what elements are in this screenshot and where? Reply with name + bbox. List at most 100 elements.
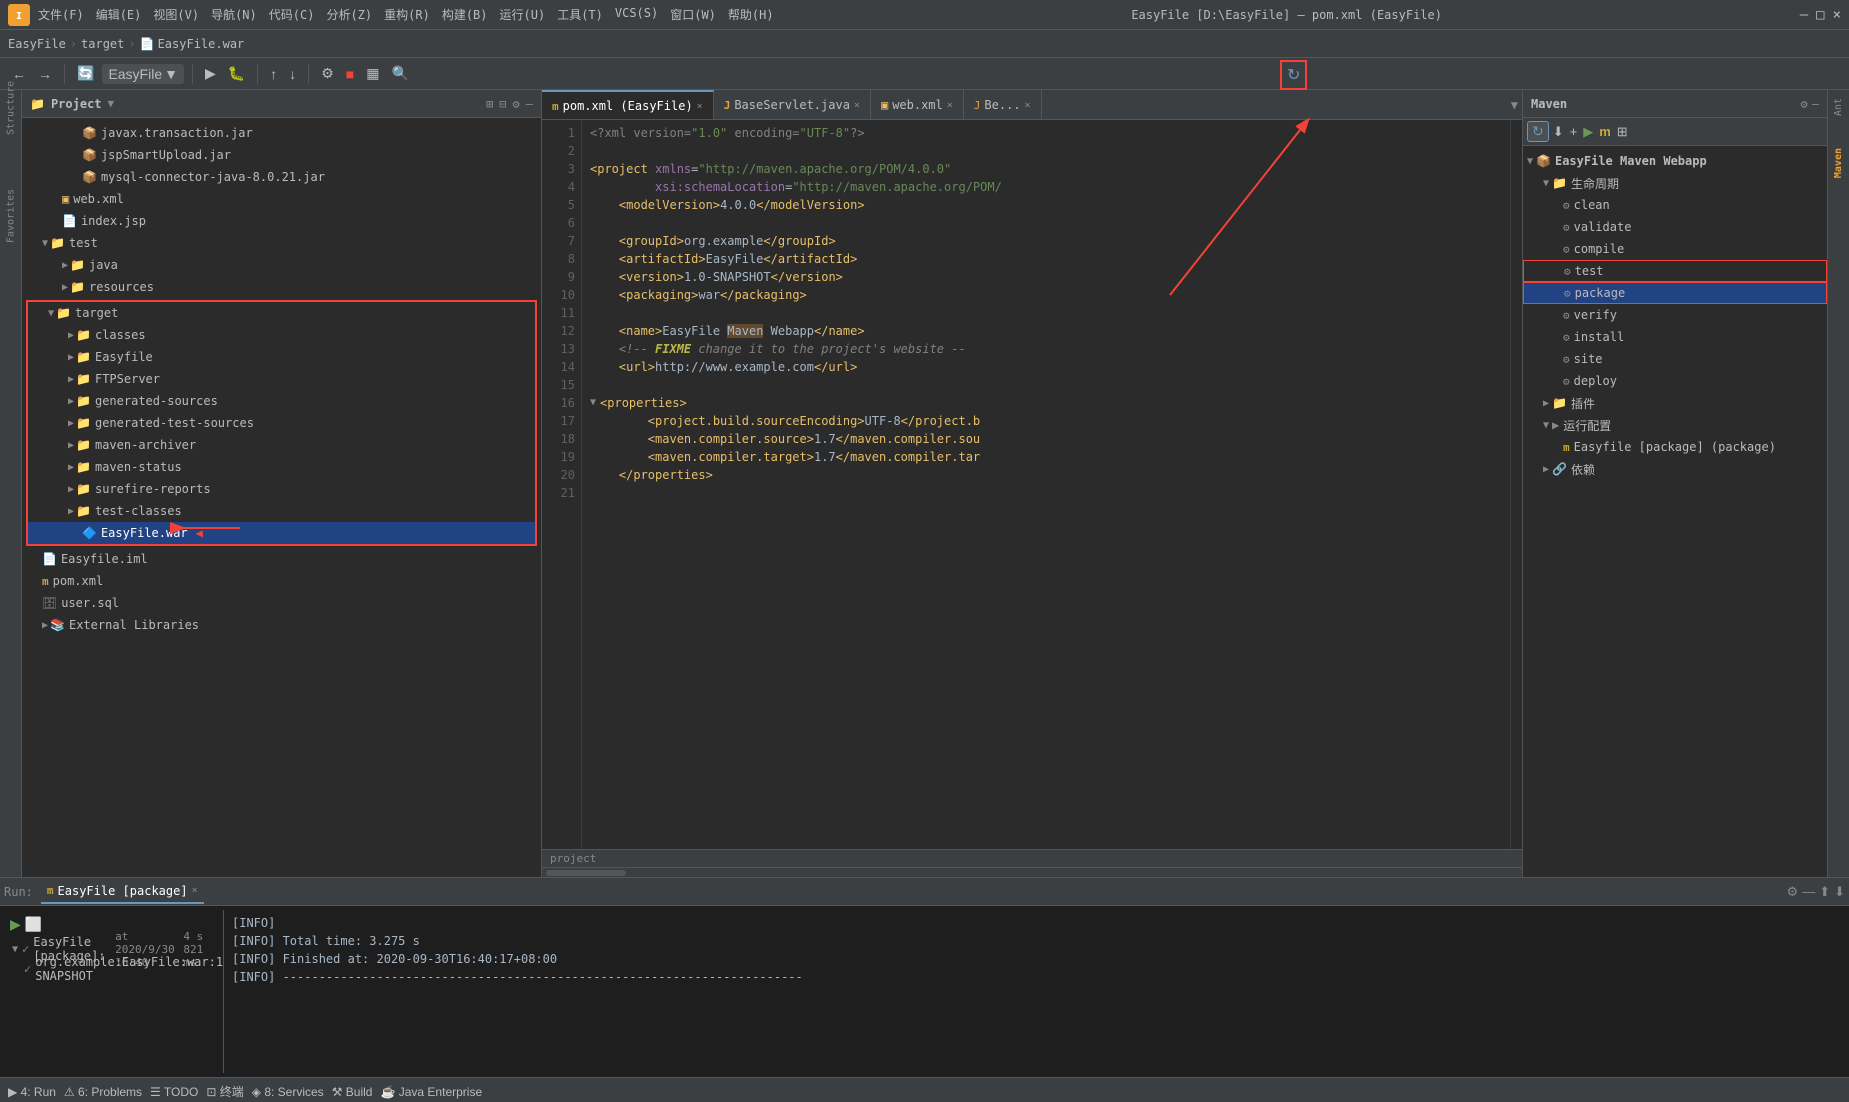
menu-edit[interactable]: 编辑(E) xyxy=(96,6,142,23)
horizontal-scrollbar[interactable] xyxy=(542,867,1522,877)
maven-plugins-item[interactable]: ▶ 📁 插件 xyxy=(1523,392,1827,414)
window-controls[interactable]: — □ × xyxy=(1800,7,1841,23)
tab-close-button-2[interactable]: × xyxy=(854,100,860,111)
maven-add-btn[interactable]: + xyxy=(1568,122,1580,141)
tree-item-test-classes[interactable]: ▶ 📁 test-classes xyxy=(28,500,535,522)
search-everywhere-button[interactable]: 🔍 xyxy=(387,63,412,84)
maven-lifecycle-item[interactable]: ▼ 📁 生命周期 xyxy=(1523,172,1827,194)
tree-item-mysql-jar[interactable]: 📦 mysql-connector-java-8.0.21.jar xyxy=(22,166,541,188)
maven-run-config-easyfile[interactable]: m Easyfile [package] (package) xyxy=(1523,436,1827,458)
scrollbar-thumb[interactable] xyxy=(546,870,626,876)
tree-item-easyfile-iml[interactable]: 📄 Easyfile.iml xyxy=(22,548,541,570)
maven-settings-icon[interactable]: ⚙ xyxy=(1801,97,1808,111)
tab-baseservlet[interactable]: J BaseServlet.java × xyxy=(714,90,871,120)
breadcrumb-item-easyfile[interactable]: EasyFile xyxy=(8,37,66,51)
tree-item-usersql[interactable]: 🗄 user.sql xyxy=(22,592,541,614)
maximize-button[interactable]: □ xyxy=(1816,7,1824,23)
favorites-icon[interactable]: Favorites xyxy=(1,206,21,226)
tree-item-resources[interactable]: ▶ 📁 resources xyxy=(22,276,541,298)
stop-button[interactable]: ■ xyxy=(342,64,358,84)
tree-item-jsp-jar[interactable]: 📦 jspSmartUpload.jar xyxy=(22,144,541,166)
tree-item-gen-test-sources[interactable]: ▶ 📁 generated-test-sources xyxy=(28,412,535,434)
git-push-button[interactable]: ↓ xyxy=(285,64,300,84)
tree-item-maven-status[interactable]: ▶ 📁 maven-status xyxy=(28,456,535,478)
maven-m-btn[interactable]: m xyxy=(1597,122,1613,141)
tree-item-gen-sources[interactable]: ▶ 📁 generated-sources xyxy=(28,390,535,412)
services-button[interactable]: ◈ 8: Services xyxy=(252,1085,324,1099)
maven-phase-package[interactable]: ⚙ package xyxy=(1523,282,1827,304)
menu-analyze[interactable]: 分析(Z) xyxy=(326,6,372,23)
tree-item-javax-jar[interactable]: 📦 javax.transaction.jar xyxy=(22,122,541,144)
git-update-button[interactable]: ↑ xyxy=(266,64,281,84)
menu-bar[interactable]: 文件(F) 编辑(E) 视图(V) 导航(N) 代码(C) 分析(Z) 重构(R… xyxy=(38,6,774,23)
maven-root-item[interactable]: ▼ 📦 EasyFile Maven Webapp xyxy=(1523,150,1827,172)
tree-item-java[interactable]: ▶ 📁 java xyxy=(22,254,541,276)
gear-icon[interactable]: ⚙ xyxy=(513,97,520,111)
tree-item-easyfile-war[interactable]: 🔷 EasyFile.war ◀ xyxy=(28,522,535,544)
code-editor[interactable]: 1 2 3 4 5 6 7 8 9 10 11 12 13 14 15 16 1… xyxy=(542,120,1522,849)
maven-phase-clean[interactable]: ⚙ clean xyxy=(1523,194,1827,216)
tab-close-button-4[interactable]: × xyxy=(1025,100,1031,111)
run-tree-item-child[interactable]: ✓ org.example:EasyFile:war:1.0-SNAPSHOT … xyxy=(8,959,219,979)
bottom-scroll-bottom-btn[interactable]: ⬇ xyxy=(1834,884,1845,900)
build-button[interactable]: ⚒ Build xyxy=(332,1085,373,1099)
tree-item-target[interactable]: ▼ 📁 target xyxy=(28,302,535,324)
problems-button[interactable]: ⚠ 6: Problems xyxy=(64,1085,142,1099)
tree-item-ftpserver[interactable]: ▶ 📁 FTPServer xyxy=(28,368,535,390)
maven-refresh-btn[interactable]: ↻ xyxy=(1527,121,1549,142)
project-dropdown[interactable]: EasyFile ▼ xyxy=(102,64,184,84)
bottom-tab-package[interactable]: m EasyFile [package] × xyxy=(41,880,204,904)
maven-side-icon[interactable]: Maven xyxy=(1831,144,1846,182)
bottom-scroll-top-btn[interactable]: ⬆ xyxy=(1819,884,1830,900)
java-enterprise-button[interactable]: ☕ Java Enterprise xyxy=(380,1085,482,1099)
tree-item-external-libs[interactable]: ▶ 📚 External Libraries xyxy=(22,614,541,636)
tab-pomxml[interactable]: m pom.xml (EasyFile) × xyxy=(542,90,714,120)
bottom-tab-close[interactable]: × xyxy=(192,885,198,896)
tab-overflow-button[interactable]: ▼ xyxy=(1507,90,1522,119)
run-config-button[interactable]: ▶ xyxy=(201,63,220,84)
code-lines[interactable]: <?xml version="1.0" encoding="UTF-8"?> <… xyxy=(582,120,1510,849)
tree-item-indexjsp[interactable]: 📄 index.jsp xyxy=(22,210,541,232)
tree-item-classes[interactable]: ▶ 📁 classes xyxy=(28,324,535,346)
tree-item-maven-archiver[interactable]: ▶ 📁 maven-archiver xyxy=(28,434,535,456)
menu-help[interactable]: 帮助(H) xyxy=(728,6,774,23)
tab-close-button[interactable]: × xyxy=(697,101,703,112)
tree-item-webxml[interactable]: ▣ web.xml xyxy=(22,188,541,210)
todo-button[interactable]: ☰ TODO xyxy=(150,1085,198,1099)
minimize-button[interactable]: — xyxy=(1800,7,1808,23)
menu-refactor[interactable]: 重构(R) xyxy=(384,6,430,23)
menu-vcs[interactable]: VCS(S) xyxy=(615,6,658,23)
run-tool-button[interactable]: ▶ 4: Run xyxy=(8,1085,56,1099)
maven-minimize-icon[interactable]: — xyxy=(1812,97,1819,111)
maven-download-btn[interactable]: ⬇ xyxy=(1551,122,1566,142)
maven-phase-test[interactable]: ⚙ test xyxy=(1523,260,1827,282)
maven-phase-deploy[interactable]: ⚙ deploy xyxy=(1523,370,1827,392)
structure-icon[interactable]: Structure xyxy=(1,98,21,118)
menu-window[interactable]: 窗口(W) xyxy=(670,6,716,23)
maven-deps-item[interactable]: ▶ 🔗 依赖 xyxy=(1523,458,1827,480)
debug-button[interactable]: 🐛 xyxy=(224,63,249,84)
tab-be[interactable]: J Be... × xyxy=(964,90,1042,120)
maven-phase-verify[interactable]: ⚙ verify xyxy=(1523,304,1827,326)
menu-file[interactable]: 文件(F) xyxy=(38,6,84,23)
menu-view[interactable]: 视图(V) xyxy=(153,6,199,23)
maven-parallel-btn[interactable]: ⊞ xyxy=(1615,122,1630,142)
expand-all-icon[interactable]: ⊞ xyxy=(486,97,493,111)
breadcrumb-item-target[interactable]: target xyxy=(81,37,124,51)
menu-run[interactable]: 运行(U) xyxy=(500,6,546,23)
run-stop-button[interactable]: ⬜ xyxy=(25,916,42,933)
bottom-minimize-btn[interactable]: — xyxy=(1802,884,1815,900)
hide-panel-icon[interactable]: — xyxy=(526,97,533,111)
maven-refresh-button[interactable]: ↻ xyxy=(1283,63,1304,87)
bottom-settings-btn[interactable]: ⚙ xyxy=(1787,884,1799,900)
terminal-button[interactable]: ⊡ 终端 xyxy=(206,1083,243,1100)
maven-run-configs-item[interactable]: ▼ ▶ 运行配置 xyxy=(1523,414,1827,436)
tab-close-button-3[interactable]: × xyxy=(947,100,953,111)
close-button[interactable]: × xyxy=(1833,7,1841,23)
layout-button[interactable]: ▦ xyxy=(362,63,383,84)
maven-phase-compile[interactable]: ⚙ compile xyxy=(1523,238,1827,260)
sync-button[interactable]: 🔄 xyxy=(73,63,98,84)
menu-code[interactable]: 代码(C) xyxy=(269,6,315,23)
breadcrumb-item-war[interactable]: 📄 EasyFile.war xyxy=(140,37,245,51)
collapse-all-icon[interactable]: ⊟ xyxy=(499,97,506,111)
